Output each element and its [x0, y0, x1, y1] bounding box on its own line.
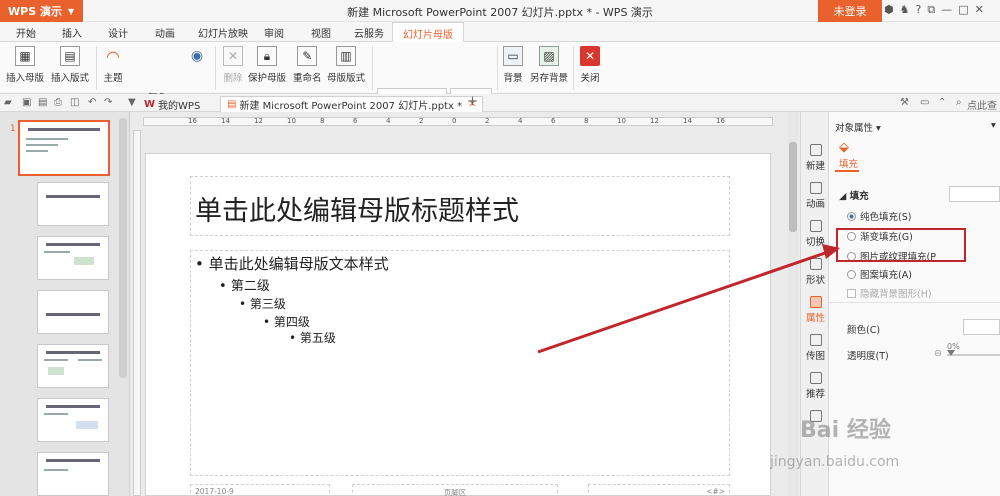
- watermark-url: jingyan.baidu.com: [770, 454, 900, 470]
- baidu-watermark: Bai 经验: [800, 418, 891, 443]
